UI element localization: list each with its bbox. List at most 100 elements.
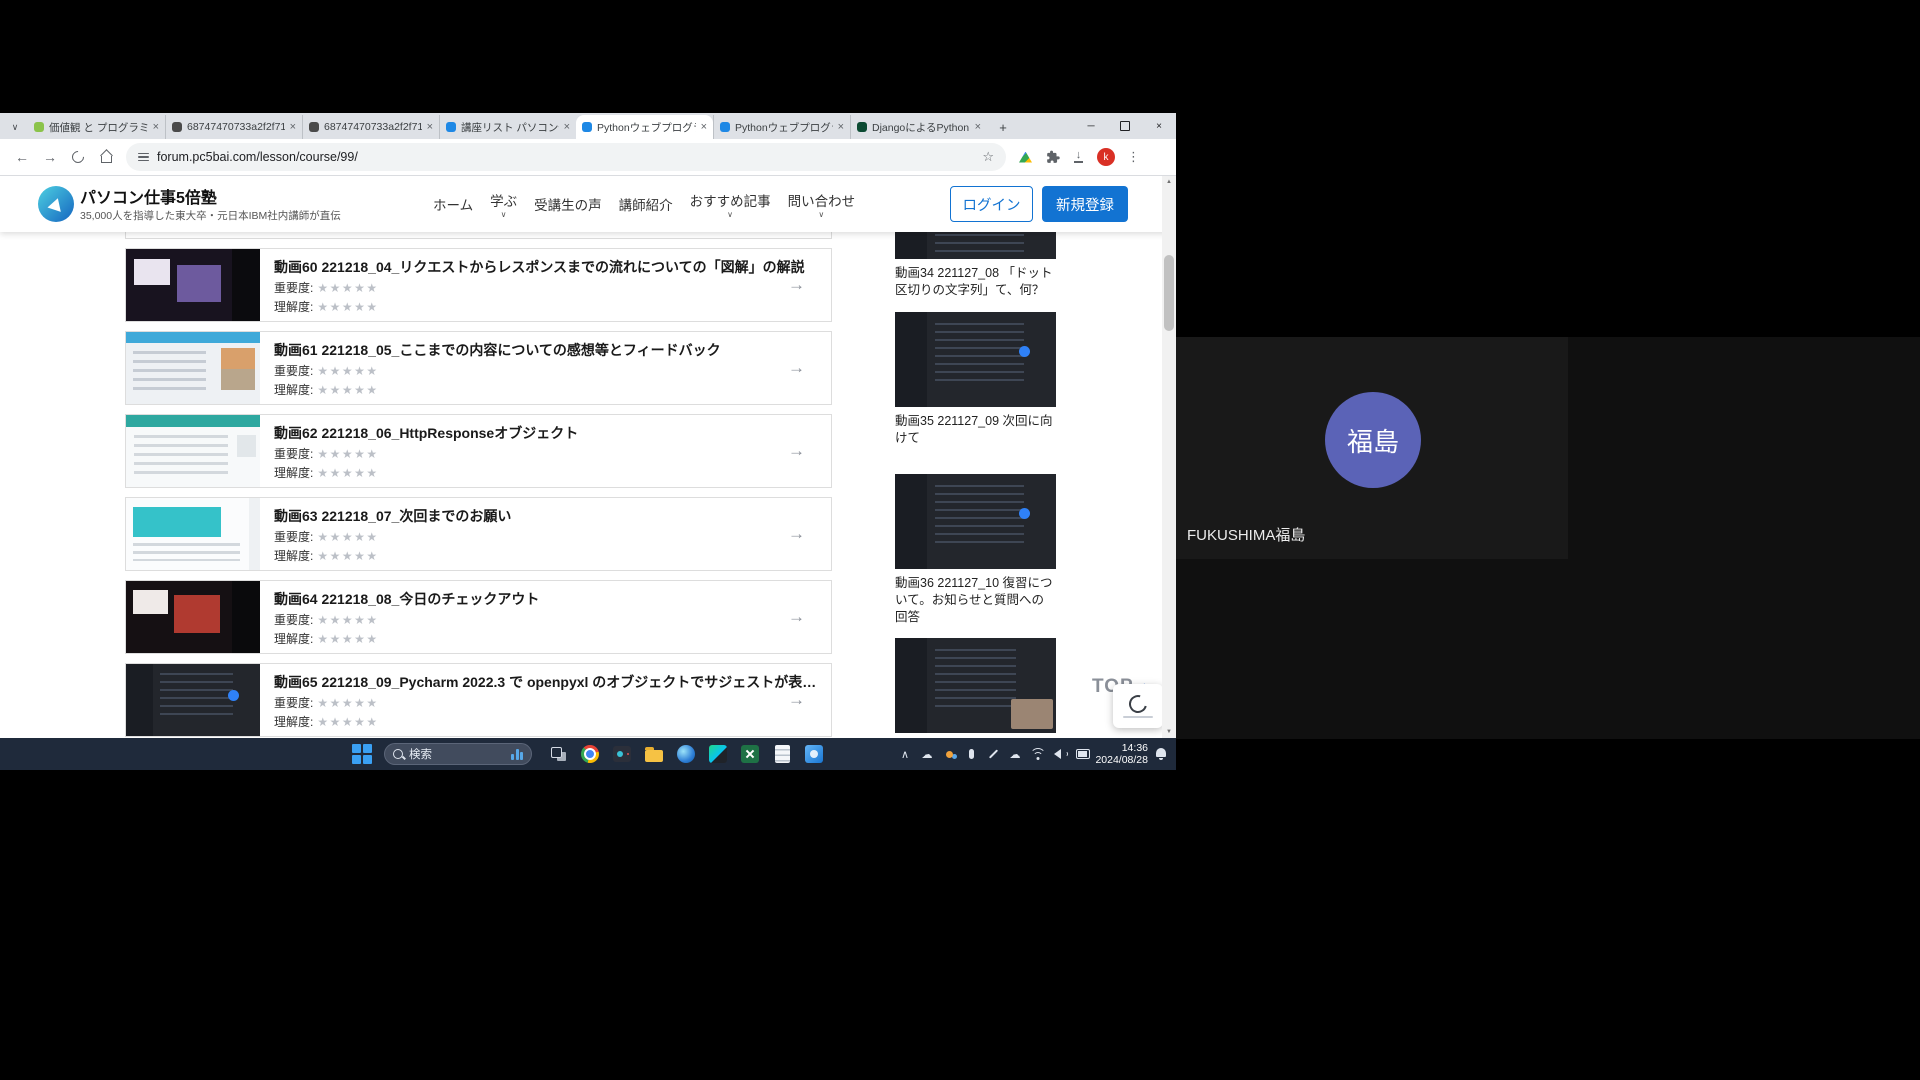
- extensions-puzzle-icon[interactable]: [1046, 150, 1060, 164]
- tray-chevron-up-icon[interactable]: ∧: [898, 742, 912, 766]
- excel-icon[interactable]: [738, 742, 762, 766]
- tab-close-icon[interactable]: ×: [427, 122, 433, 132]
- start-button[interactable]: [352, 744, 372, 764]
- address-bar[interactable]: forum.pc5bai.com/lesson/course/99/ ☆: [126, 143, 1006, 171]
- tab-title: 68747470733a2f2f716: [324, 121, 422, 133]
- importance-stars[interactable]: ★★★★★: [317, 530, 378, 544]
- nav-item-instructor[interactable]: 講師紹介: [619, 194, 673, 214]
- back-button[interactable]: ←: [10, 145, 34, 169]
- maximize-button[interactable]: [1108, 113, 1142, 139]
- nav-item-home[interactable]: ホーム: [433, 194, 473, 214]
- nav-item-contact[interactable]: 問い合わせ ∨: [788, 190, 856, 219]
- reload-button[interactable]: [66, 145, 90, 169]
- login-button[interactable]: ログイン: [950, 186, 1033, 222]
- floating-widget[interactable]: [1113, 684, 1163, 728]
- understanding-stars[interactable]: ★★★★★: [317, 466, 378, 480]
- chevron-down-icon: ∨: [727, 211, 733, 219]
- nav-item-voices[interactable]: 受講生の声: [534, 194, 602, 214]
- pycharm-icon[interactable]: [706, 742, 730, 766]
- browser-tab[interactable]: 68747470733a2f2f716 ×: [302, 115, 439, 139]
- signup-button[interactable]: 新規登録: [1042, 186, 1128, 222]
- task-view-icon[interactable]: [546, 742, 570, 766]
- importance-stars[interactable]: ★★★★★: [317, 364, 378, 378]
- browser-tab[interactable]: 価値観 と プログラミン ×: [28, 115, 165, 139]
- microphone-icon[interactable]: [964, 742, 978, 766]
- scrollbar-down-icon[interactable]: ▼: [1166, 726, 1172, 738]
- profile-avatar[interactable]: k: [1097, 148, 1115, 166]
- tab-close-icon[interactable]: ×: [838, 122, 844, 132]
- tab-close-icon[interactable]: ×: [564, 122, 570, 132]
- wifi-icon[interactable]: [1030, 742, 1046, 766]
- sidebar-video-title[interactable]: 動画36 221127_10 復習について。お知らせと質問への回答: [895, 575, 1056, 626]
- bookmark-star-icon[interactable]: ☆: [982, 149, 994, 165]
- notepad-icon[interactable]: [770, 742, 794, 766]
- sidebar-thumbnail[interactable]: [895, 312, 1056, 407]
- volume-icon[interactable]: [1054, 742, 1068, 766]
- scrollbar-up-icon[interactable]: ▲: [1166, 176, 1172, 188]
- home-button[interactable]: [94, 145, 118, 169]
- lesson-card[interactable]: 動画64 221218_08_今日のチェックアウト 重要度:★★★★★ 理解度:…: [125, 580, 832, 654]
- sidebar-video-title[interactable]: 動画34 221127_08 「ドット区切りの文字列」て、何？: [895, 265, 1056, 299]
- people-icon[interactable]: [942, 742, 956, 766]
- tab-close-icon[interactable]: ×: [701, 122, 707, 132]
- new-tab-button[interactable]: +: [993, 117, 1013, 137]
- arrow-right-icon: →: [788, 275, 805, 295]
- forward-button[interactable]: →: [38, 145, 62, 169]
- browser-tab[interactable]: 68747470733a2f2f716 ×: [165, 115, 302, 139]
- understanding-stars[interactable]: ★★★★★: [317, 632, 378, 646]
- browser-tab[interactable]: DjangoによるPythonウェ ×: [850, 115, 987, 139]
- battery-icon[interactable]: [1076, 742, 1090, 766]
- lesson-card[interactable]: 動画62 221218_06_HttpResponseオブジェクト 重要度:★★…: [125, 414, 832, 488]
- site-info-icon[interactable]: [138, 151, 149, 164]
- brand-title[interactable]: パソコン仕事5倍塾: [80, 184, 217, 208]
- chrome-icon[interactable]: [578, 742, 602, 766]
- tab-close-icon[interactable]: ×: [975, 122, 981, 132]
- notification-bell-icon[interactable]: [1156, 748, 1166, 757]
- understanding-stars[interactable]: ★★★★★: [317, 300, 378, 314]
- lesson-card[interactable]: 動画63 221218_07_次回までのお願い 重要度:★★★★★ 理解度:★★…: [125, 497, 832, 571]
- nav-item-articles[interactable]: おすすめ記事 ∨: [690, 190, 771, 219]
- nav-item-learn[interactable]: 学ぶ ∨: [490, 190, 517, 219]
- nav-label: 講師紹介: [619, 194, 673, 214]
- windows-taskbar: 検索 ∧ ☁ ☁ 14:36 2024/08/28: [0, 738, 1176, 770]
- tab-close-icon[interactable]: ×: [290, 122, 296, 132]
- understanding-stars[interactable]: ★★★★★: [317, 549, 378, 563]
- photos-icon[interactable]: [802, 742, 826, 766]
- importance-stars[interactable]: ★★★★★: [317, 281, 378, 295]
- sidebar-thumbnail-partial[interactable]: [895, 231, 1056, 259]
- menu-kebab-icon[interactable]: ⋮: [1127, 149, 1140, 165]
- page-scrollbar[interactable]: ▲ ▼: [1162, 176, 1176, 738]
- sidebar-video-title[interactable]: 動画35 221127_09 次回に向けて: [895, 413, 1056, 447]
- scrollbar-thumb[interactable]: [1164, 255, 1174, 331]
- browser-tab[interactable]: Pythonウェブプログラミン ×: [713, 115, 850, 139]
- site-logo-icon[interactable]: [38, 186, 74, 222]
- taskbar-search[interactable]: 検索: [384, 743, 532, 765]
- lesson-title: 動画61 221218_05_ここまでの内容についての感想等とフィードバック: [274, 340, 819, 360]
- close-button[interactable]: ×: [1142, 113, 1176, 139]
- downloads-icon[interactable]: ↓: [1074, 151, 1083, 163]
- sidebar-thumbnail[interactable]: [895, 474, 1056, 569]
- dark-app-icon[interactable]: [610, 742, 634, 766]
- edge-icon[interactable]: [674, 742, 698, 766]
- lesson-card[interactable]: 動画60 221218_04_リクエストからレスポンスまでの流れについての「図解…: [125, 248, 832, 322]
- understanding-stars[interactable]: ★★★★★: [317, 715, 378, 729]
- browser-tab-active[interactable]: Pythonウェブプログラミン ×: [576, 115, 713, 139]
- participant-video-tile[interactable]: 福島 FUKUSHIMA福島: [1176, 337, 1568, 559]
- lesson-card[interactable]: 動画61 221218_05_ここまでの内容についての感想等とフィードバック 重…: [125, 331, 832, 405]
- understanding-stars[interactable]: ★★★★★: [317, 383, 378, 397]
- file-explorer-icon[interactable]: [642, 742, 666, 766]
- importance-stars[interactable]: ★★★★★: [317, 447, 378, 461]
- onedrive-cloud-icon[interactable]: ☁: [1008, 742, 1022, 766]
- minimize-button[interactable]: ─: [1074, 113, 1108, 139]
- lesson-card[interactable]: 動画65 221218_09_Pycharm 2022.3 で openpyxl…: [125, 663, 832, 737]
- importance-stars[interactable]: ★★★★★: [317, 613, 378, 627]
- tab-search-button[interactable]: ∨: [6, 118, 24, 136]
- taskbar-clock[interactable]: 14:36 2024/08/28: [1095, 742, 1148, 766]
- tab-close-icon[interactable]: ×: [153, 122, 159, 132]
- importance-stars[interactable]: ★★★★★: [317, 696, 378, 710]
- cloud-icon[interactable]: ☁: [920, 742, 934, 766]
- browser-tab[interactable]: 講座リスト パソコン仕事 ×: [439, 115, 576, 139]
- pen-icon[interactable]: [986, 742, 1000, 766]
- extension-triangle-icon[interactable]: [1019, 152, 1032, 163]
- sidebar-thumbnail[interactable]: [895, 638, 1056, 733]
